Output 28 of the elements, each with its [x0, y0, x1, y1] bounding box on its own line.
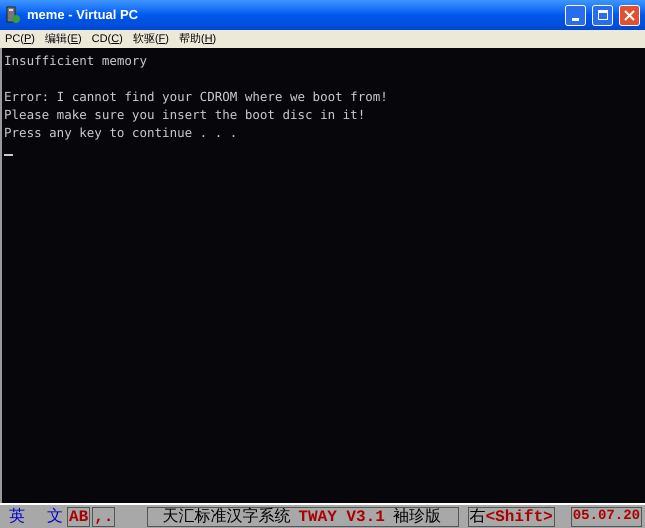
window-title: meme - Virtual PC	[27, 6, 140, 24]
text-cursor	[4, 154, 13, 156]
menu-item[interactable]: CD(C)	[88, 30, 126, 48]
shift-label: <Shift>	[486, 506, 553, 528]
minimize-button[interactable]	[565, 4, 586, 26]
console-line: Insufficient memory	[4, 52, 147, 70]
minimize-icon	[572, 18, 579, 20]
shift-label: 右	[470, 506, 486, 526]
system-label: 天汇标准汉字系统	[162, 506, 290, 526]
console-line: Please make sure you insert the boot disc in it!	[4, 106, 366, 124]
maximize-button[interactable]	[592, 4, 613, 26]
menu-item[interactable]: 编辑(E)	[42, 30, 85, 48]
menu-item[interactable]: PC(P)	[2, 30, 38, 48]
console-line: Error: I cannot find your CDROM where we boot from!	[4, 88, 388, 106]
menu-item[interactable]: 软驱(F)	[130, 30, 172, 48]
date-label: 05.07.20	[572, 507, 640, 526]
close-button[interactable]	[619, 4, 640, 26]
console-line: Press any key to continue . . .	[4, 124, 238, 142]
maximize-icon	[598, 10, 608, 20]
key-label: AB	[69, 506, 88, 528]
key-label: ,.	[94, 506, 114, 528]
input-mode-label: 英	[9, 506, 25, 526]
menu-item[interactable]: 帮助(H)	[176, 30, 220, 48]
system-label: 袖珍版	[392, 506, 441, 526]
close-icon	[624, 10, 635, 20]
input-mode-label: 文	[47, 506, 63, 526]
computer-icon	[5, 6, 21, 24]
system-label: TWAY V3.1	[298, 506, 385, 528]
